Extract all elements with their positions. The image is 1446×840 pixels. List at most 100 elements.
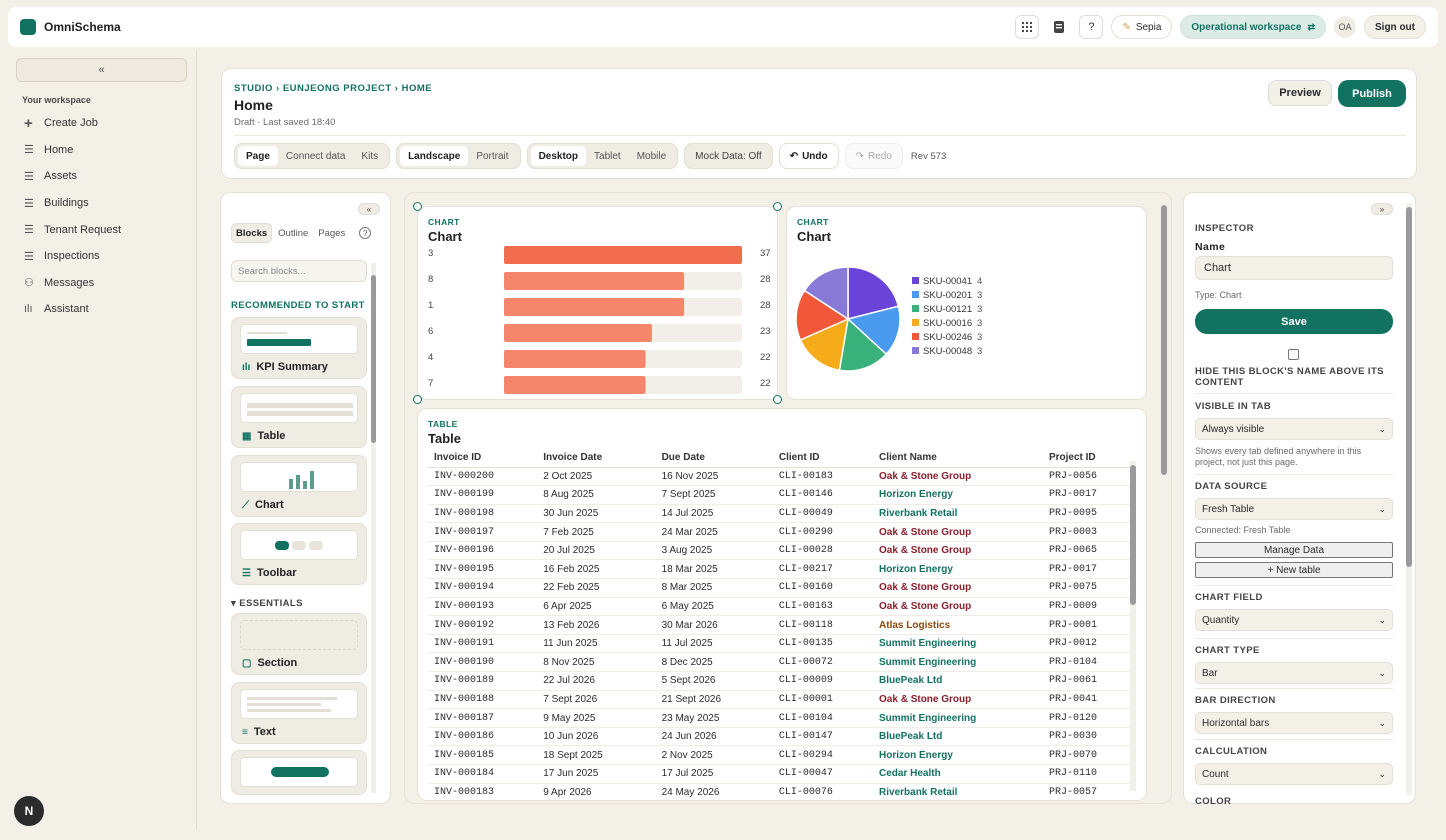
table-row[interactable]: INV-000183 9 Apr 2026 24 May 2026 CLI-00076…	[428, 783, 1134, 800]
table-row[interactable]: INV-000186 10 Jun 2026 24 Jun 2026 CLI-0014…	[428, 727, 1134, 747]
workspace-switcher[interactable]: Operational workspace ⇄	[1180, 15, 1326, 39]
sidebar-item-home[interactable]: ☰ Home	[24, 137, 184, 164]
library-collapse-button[interactable]: «	[358, 203, 380, 215]
apps-grid-icon[interactable]	[1015, 15, 1040, 39]
resize-handle[interactable]	[773, 202, 782, 211]
bar-direction-select[interactable]: Horizontal bars ⌄	[1195, 712, 1393, 734]
tab-outline[interactable]: Outline	[274, 223, 312, 243]
block-card-chart[interactable]: ⟋ Chart	[231, 455, 367, 517]
theme-toggle[interactable]: ✎ Sepia	[1111, 15, 1173, 39]
sidebar-item-inspections[interactable]: ☰ Inspections	[24, 243, 184, 270]
database-icon[interactable]	[1047, 15, 1072, 39]
calculation-label: CALCULATION	[1195, 746, 1268, 757]
inspector-scroll-thumb[interactable]	[1406, 207, 1412, 567]
block-card-text[interactable]: ≡ Text	[231, 682, 367, 744]
table-cell: Summit Engineering	[873, 708, 1043, 728]
hide-name-checkbox[interactable]	[1288, 349, 1299, 360]
sidebar-item-assistant[interactable]: ılı Assistant	[24, 296, 184, 323]
resize-handle[interactable]	[413, 202, 422, 211]
canvas-scroll-thumb[interactable]	[1161, 205, 1167, 475]
bar[interactable]	[504, 324, 652, 342]
tab-connect-data[interactable]: Connect data	[278, 146, 354, 166]
table-row[interactable]: INV-000194 22 Feb 2025 8 Mar 2025 CLI-00160…	[428, 578, 1134, 598]
block-card-toolbar[interactable]: ☰ Toolbar	[231, 523, 367, 585]
table-row[interactable]: INV-000195 16 Feb 2025 18 Mar 2025 CLI-0021…	[428, 559, 1134, 580]
tab-kits[interactable]: Kits	[353, 146, 386, 166]
sidebar-collapse-button[interactable]: «	[16, 58, 187, 82]
avatar[interactable]: OA	[1334, 16, 1356, 38]
table-row[interactable]: INV-000200 2 Oct 2025 16 Nov 2025 CLI-00183…	[428, 467, 1134, 487]
block-card-kpi-summary[interactable]: ılı KPI Summary	[231, 317, 367, 379]
table-block[interactable]: TABLE Table Invoice ID Invoice Date Due Da…	[417, 408, 1147, 801]
table-row[interactable]: INV-000187 9 May 2025 23 May 2025 CLI-00104…	[428, 708, 1134, 728]
resize-handle[interactable]	[773, 395, 782, 404]
search-blocks-input[interactable]: Search blocks...	[231, 260, 367, 282]
column-header[interactable]: Invoice Date	[537, 449, 656, 468]
sidebar-item-tenant-request[interactable]: ☰ Tenant Request	[24, 216, 184, 243]
table-row[interactable]: INV-000191 11 Jun 2025 11 Jul 2025 CLI-0013…	[428, 634, 1134, 654]
column-header[interactable]: Invoice ID	[428, 449, 538, 468]
redo-button[interactable]: ↷ Redo	[844, 143, 903, 169]
sidebar-item-assets[interactable]: ☰ Assets	[24, 163, 184, 190]
table-row[interactable]: INV-000198 30 Jun 2025 14 Jul 2025 CLI-0004…	[428, 504, 1134, 524]
table-row[interactable]: INV-000189 22 Jul 2026 5 Sept 2026 CLI-0000…	[428, 671, 1134, 691]
chart-field-select[interactable]: Quantity ⌄	[1195, 609, 1393, 631]
preview-button[interactable]: Preview	[1268, 80, 1332, 106]
column-header[interactable]: Due Date	[655, 449, 773, 468]
block-card-button[interactable]	[231, 750, 367, 795]
sidebar-item-messages[interactable]: ⚇ Messages	[24, 270, 184, 297]
table-row[interactable]: INV-000197 7 Feb 2025 24 Mar 2025 CLI-00290…	[428, 522, 1134, 542]
inspector-expand-button[interactable]: »	[1371, 203, 1393, 215]
chart-type-select[interactable]: Bar ⌄	[1195, 662, 1393, 684]
bar[interactable]	[504, 350, 646, 368]
data-source-select[interactable]: Fresh Table ⌄	[1195, 498, 1393, 520]
bar-chart-block[interactable]: CHART Chart 3 37 8 28 1 28 6 23 4 22 7 22	[417, 206, 778, 400]
publish-button[interactable]: Publish	[1338, 80, 1406, 107]
save-button[interactable]: Save	[1195, 309, 1393, 334]
name-field[interactable]: Chart	[1195, 256, 1393, 280]
table-row[interactable]: INV-000196 20 Jul 2025 3 Aug 2025 CLI-00028…	[428, 541, 1134, 561]
pie-chart-block[interactable]: CHART Chart SKU-00041 4 SKU-00201 3 SKU-0012…	[786, 206, 1147, 400]
help-button[interactable]: ?	[1079, 15, 1104, 39]
mock-data-toggle[interactable]: Mock Data: Off	[684, 143, 773, 169]
bar[interactable]	[504, 298, 685, 316]
bar[interactable]	[504, 376, 646, 394]
block-card-section[interactable]: ▢ Section	[231, 613, 367, 675]
sidebar-item-buildings[interactable]: ☰ Buildings	[24, 190, 184, 217]
table-row[interactable]: INV-000184 17 Jun 2025 17 Jul 2025 CLI-0004…	[428, 764, 1134, 784]
table-row[interactable]: INV-000185 18 Sept 2025 2 Nov 2025 CLI-0029…	[428, 745, 1134, 765]
table-row[interactable]: INV-000192 13 Feb 2026 30 Mar 2026 CLI-0011…	[428, 615, 1134, 635]
new-table-button[interactable]: + New table	[1195, 562, 1393, 578]
table-row[interactable]: INV-000193 6 Apr 2025 6 May 2025 CLI-00163 O…	[428, 597, 1134, 617]
resize-handle[interactable]	[413, 395, 422, 404]
table-row[interactable]: INV-000188 7 Sept 2026 21 Sept 2026 CLI-000…	[428, 690, 1134, 710]
column-header[interactable]: Client ID	[772, 449, 874, 468]
column-header[interactable]: Client Name	[873, 449, 1043, 468]
column-header[interactable]: Project ID	[1042, 449, 1134, 468]
block-card-table[interactable]: ▦ Table	[231, 386, 367, 448]
tab-desktop[interactable]: Desktop	[530, 146, 587, 166]
library-scroll-thumb[interactable]	[371, 275, 376, 443]
tab-portrait[interactable]: Portrait	[468, 146, 516, 166]
sidebar-item-create-job[interactable]: + Create Job	[24, 110, 184, 137]
notification-badge[interactable]: N	[14, 796, 44, 826]
table-row[interactable]: INV-000190 8 Nov 2025 8 Dec 2025 CLI-00072 S…	[428, 652, 1134, 673]
tab-landscape[interactable]: Landscape	[400, 146, 469, 166]
sign-out-button[interactable]: Sign out	[1364, 15, 1426, 39]
calculation-select[interactable]: Count ⌄	[1195, 763, 1393, 785]
help-circle-icon[interactable]: ?	[359, 227, 372, 239]
select-value: Always visible	[1202, 423, 1265, 435]
tab-mobile[interactable]: Mobile	[629, 146, 674, 166]
undo-button[interactable]: ↶ Undo	[778, 143, 839, 169]
tab-page[interactable]: Page	[238, 146, 278, 166]
visible-in-tab-select[interactable]: Always visible ⌄	[1195, 418, 1393, 440]
table-row[interactable]: INV-000199 8 Aug 2025 7 Sept 2025 CLI-00146…	[428, 485, 1134, 505]
bar[interactable]	[504, 272, 685, 290]
table-cell: 8 Dec 2025	[655, 652, 773, 673]
table-scroll-thumb[interactable]	[1130, 465, 1136, 605]
tab-pages[interactable]: Pages	[314, 223, 349, 243]
tab-tablet[interactable]: Tablet	[586, 146, 629, 166]
manage-data-button[interactable]: Manage Data	[1195, 542, 1393, 558]
tab-blocks[interactable]: Blocks	[231, 223, 273, 243]
bar[interactable]	[504, 246, 742, 264]
